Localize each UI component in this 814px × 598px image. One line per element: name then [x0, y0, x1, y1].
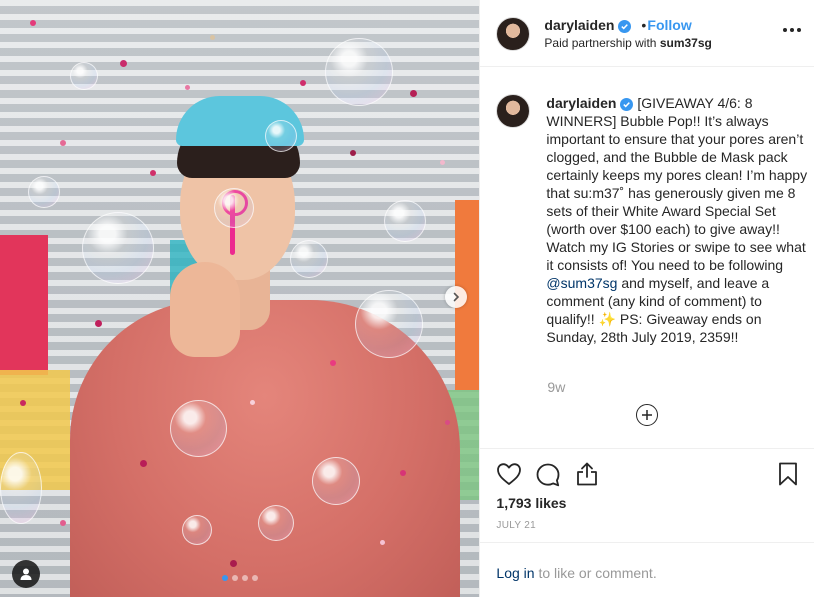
- bubble: [28, 176, 60, 208]
- verified-icon: [620, 98, 634, 111]
- verified-icon: [618, 20, 632, 33]
- confetti: [300, 80, 306, 86]
- carousel-next-button[interactable]: [445, 286, 467, 308]
- confetti: [60, 520, 66, 526]
- confetti: [350, 150, 356, 156]
- bubble: [325, 38, 393, 106]
- username-text: darylaiden: [544, 17, 615, 33]
- post-sidebar: darylaiden • Follow Paid partnership wit…: [479, 0, 814, 597]
- caption-text: darylaiden [GIVEAWAY 4/6: 8 WINNERS] Bub…: [546, 94, 808, 346]
- login-prompt: Log in to like or comment.: [480, 542, 814, 598]
- more-options-icon[interactable]: [781, 24, 803, 36]
- user-tag-icon: [20, 568, 32, 580]
- caption-body: [GIVEAWAY 4/6: 8 WINNERS] Bubble Pop!! I…: [546, 95, 808, 273]
- confetti: [410, 90, 417, 97]
- comment-icon: [537, 463, 560, 487]
- bubble: [384, 200, 426, 242]
- bubble: [70, 62, 98, 90]
- mention-link[interactable]: @sum37sg: [546, 275, 617, 291]
- confetti: [60, 140, 66, 146]
- confetti: [30, 20, 36, 26]
- bubble: [265, 120, 297, 152]
- background-panel: [0, 235, 48, 375]
- confetti: [185, 85, 190, 90]
- confetti: [230, 560, 237, 567]
- carousel-dot: [251, 575, 258, 581]
- user-tag-button[interactable]: [12, 560, 40, 588]
- paid-partnership-label: Paid partnership with sum37sg: [544, 36, 711, 50]
- avatar[interactable]: [496, 17, 531, 51]
- confetti: [120, 60, 127, 67]
- confetti: [330, 360, 336, 366]
- caption-age: 9w: [547, 379, 566, 395]
- bubble: [170, 400, 227, 457]
- confetti: [250, 400, 255, 405]
- confetti: [380, 540, 385, 545]
- carousel-dot: [221, 575, 228, 581]
- confetti: [95, 320, 102, 327]
- load-more-comments-button[interactable]: [636, 404, 659, 426]
- post-image[interactable]: [0, 0, 480, 597]
- login-prompt-text: Log in to like or comment.: [496, 565, 656, 581]
- confetti: [400, 470, 406, 476]
- bubble: [312, 457, 360, 505]
- partner-link[interactable]: sum37sg: [660, 36, 712, 50]
- login-link[interactable]: Log in: [496, 565, 534, 581]
- like-count[interactable]: 1,793 likes: [496, 495, 566, 511]
- share-icon: [577, 462, 598, 486]
- person-hand: [170, 262, 240, 357]
- bookmark-icon: [779, 462, 798, 486]
- username-link[interactable]: darylaiden: [544, 17, 632, 33]
- bubble: [214, 188, 254, 228]
- post-date[interactable]: JULY 21: [496, 520, 536, 531]
- save-button[interactable]: [777, 461, 799, 492]
- caption-username[interactable]: darylaiden: [546, 95, 616, 111]
- post-container: darylaiden • Follow Paid partnership wit…: [0, 0, 814, 597]
- bubble: [82, 212, 154, 284]
- confetti: [210, 35, 215, 40]
- carousel-dot: [241, 575, 248, 581]
- follow-button[interactable]: Follow: [647, 17, 691, 33]
- confetti: [150, 170, 156, 176]
- login-prompt-rest: to like or comment.: [534, 565, 657, 581]
- chevron-right-icon: [453, 292, 460, 302]
- like-button[interactable]: [496, 462, 522, 491]
- confetti: [140, 460, 147, 467]
- confetti: [20, 400, 26, 406]
- confetti: [440, 160, 445, 165]
- bubble: [0, 452, 42, 524]
- avatar[interactable]: [496, 94, 531, 128]
- partnership-prefix: Paid partnership with: [544, 36, 657, 50]
- post-header: darylaiden • Follow Paid partnership wit…: [480, 0, 814, 67]
- share-button[interactable]: [575, 461, 599, 492]
- comment-button[interactable]: [535, 462, 561, 493]
- post-actions: 1,793 likes JULY 21: [480, 448, 814, 531]
- confetti: [445, 420, 450, 425]
- bubble: [355, 290, 423, 358]
- plus-circle-icon: [642, 410, 653, 420]
- bubble: [290, 240, 328, 278]
- separator-dot: •: [641, 17, 647, 33]
- carousel-indicator: [0, 575, 479, 581]
- heart-icon: [497, 463, 522, 485]
- bubble: [182, 515, 212, 545]
- carousel-dot: [231, 575, 238, 581]
- bubble: [258, 505, 294, 541]
